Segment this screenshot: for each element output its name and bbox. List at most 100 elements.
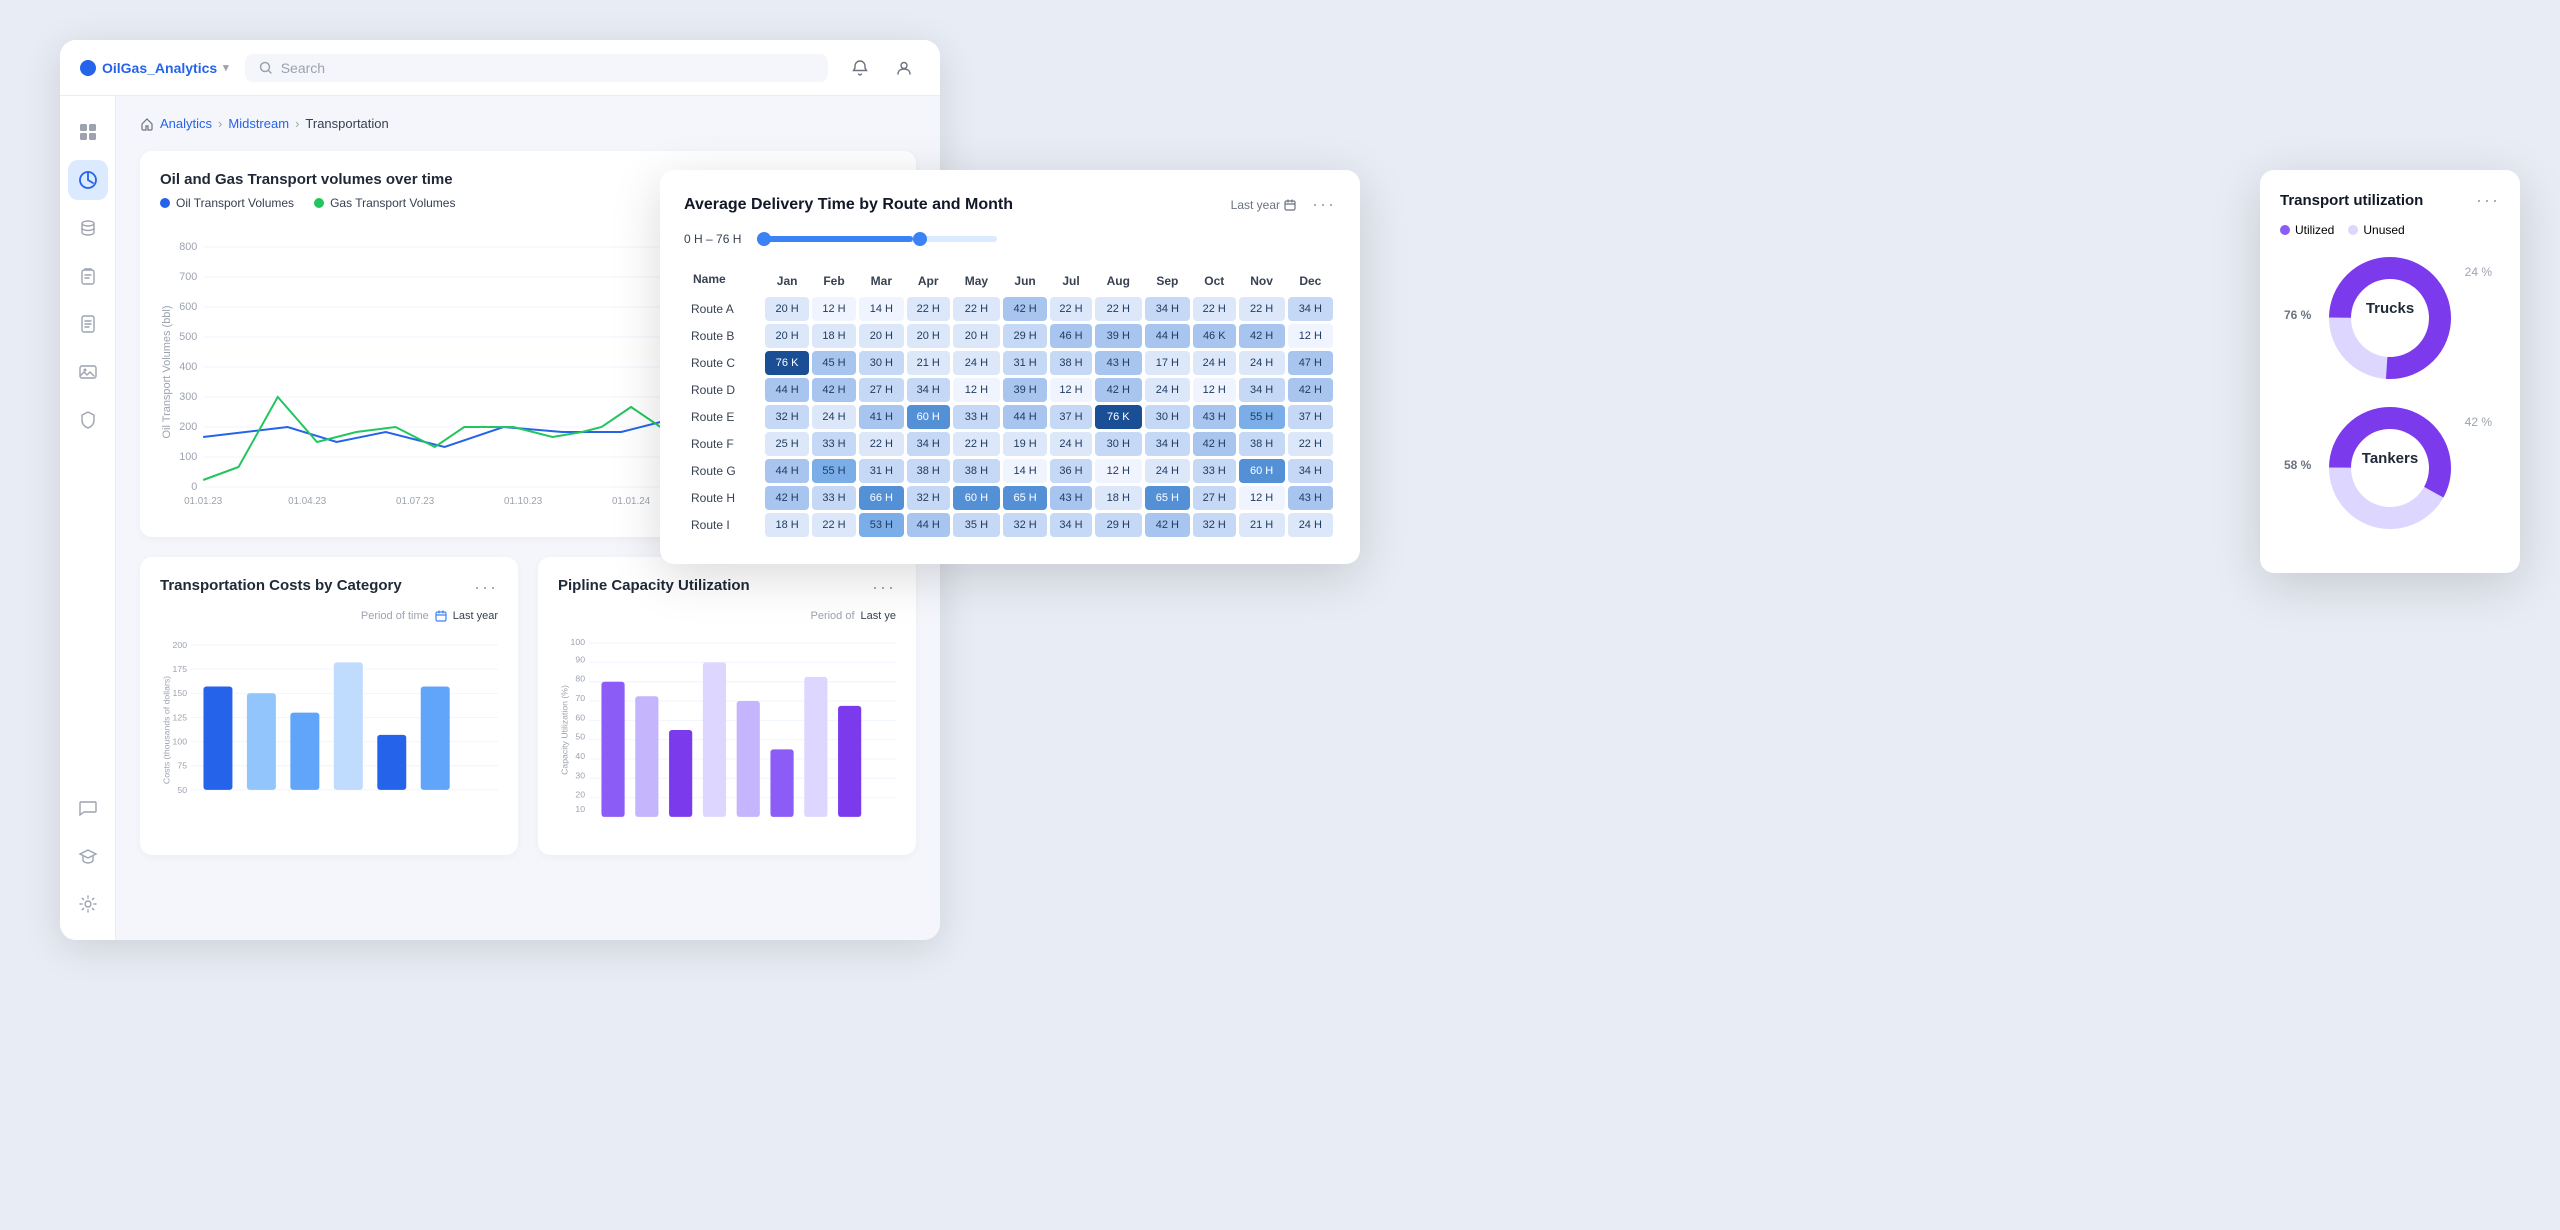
heatmap-cell-4-4: 33 H	[953, 405, 1000, 429]
chevron-icon: ▾	[223, 61, 229, 74]
heatmap-row-routea: Route A20 H12 H14 H22 H22 H42 H22 H22 H3…	[687, 297, 1333, 321]
costs-header: Transportation Costs by Category ···	[160, 577, 498, 598]
heatmap-cell-4-10: 55 H	[1239, 405, 1285, 429]
heatmap-cell-2-3: 21 H	[907, 351, 950, 375]
home-icon	[140, 117, 154, 131]
costs-menu[interactable]: ···	[474, 577, 498, 598]
sidebar-item-documents[interactable]	[68, 304, 108, 344]
sidebar-item-messages[interactable]	[68, 788, 108, 828]
heatmap-cell-0-0: 20 H	[765, 297, 808, 321]
app-logo[interactable]: OilGas_Analytics ▾	[80, 60, 229, 76]
heatmap-cell-8-5: 32 H	[1003, 513, 1047, 537]
heatmap-cell-0-11: 34 H	[1288, 297, 1333, 321]
heatmap-cell-2-0: 76 K	[765, 351, 808, 375]
util-menu[interactable]: ···	[2476, 190, 2500, 211]
clipboard-icon	[78, 266, 98, 286]
sidebar-item-media[interactable]	[68, 352, 108, 392]
route-label-0: Route A	[687, 297, 762, 321]
heatmap-cell-5-3: 34 H	[907, 432, 950, 456]
svg-text:300: 300	[179, 391, 197, 403]
svg-text:150: 150	[173, 688, 188, 698]
breadcrumb: Analytics › Midstream › Transportation	[140, 116, 916, 131]
heatmap-cell-1-1: 18 H	[812, 324, 856, 348]
heatmap-cell-8-1: 22 H	[812, 513, 856, 537]
legend-gas: Gas Transport Volumes	[314, 196, 455, 210]
topbar: OilGas_Analytics ▾ Search	[60, 40, 940, 96]
heatmap-cell-1-9: 46 K	[1193, 324, 1236, 348]
heatmap-cell-4-9: 43 H	[1193, 405, 1236, 429]
trucks-utilized-pct: 76 %	[2284, 308, 2311, 322]
oil-legend-dot	[160, 198, 170, 208]
route-label-4: Route E	[687, 405, 762, 429]
breadcrumb-analytics[interactable]: Analytics	[160, 116, 212, 131]
pipe-bar-2	[635, 696, 658, 817]
delivery-menu[interactable]: ···	[1312, 194, 1336, 215]
gas-legend-label: Gas Transport Volumes	[330, 196, 455, 210]
heatmap-row-routec: Route C76 K45 H30 H21 H24 H31 H38 H43 H1…	[687, 351, 1333, 375]
heatmap-row-routef: Route F25 H33 H22 H34 H22 H19 H24 H30 H3…	[687, 432, 1333, 456]
search-placeholder: Search	[281, 60, 325, 76]
pipe-bar-4	[703, 662, 726, 817]
heatmap-cell-5-5: 19 H	[1003, 432, 1047, 456]
sidebar	[60, 96, 116, 940]
heatmap-cell-6-5: 14 H	[1003, 459, 1047, 483]
heatmap-cell-6-3: 38 H	[907, 459, 950, 483]
heatmap-cell-7-8: 65 H	[1145, 486, 1190, 510]
heatmap-cell-5-11: 22 H	[1288, 432, 1333, 456]
heatmap-cell-5-2: 22 H	[859, 432, 903, 456]
col-feb: Feb	[812, 268, 856, 294]
col-jan: Jan	[765, 268, 808, 294]
heatmap-cell-7-4: 60 H	[953, 486, 1000, 510]
pipeline-menu[interactable]: ···	[872, 577, 896, 598]
user-button[interactable]	[888, 52, 920, 84]
svg-text:75: 75	[177, 761, 187, 771]
pipe-bar-1	[601, 682, 624, 817]
route-label-5: Route F	[687, 432, 762, 456]
range-thumb-right[interactable]	[913, 232, 927, 246]
heatmap-cell-5-6: 24 H	[1050, 432, 1092, 456]
sidebar-item-analytics[interactable]	[68, 160, 108, 200]
heatmap-cell-5-7: 30 H	[1095, 432, 1142, 456]
heatmap-cell-6-6: 36 H	[1050, 459, 1092, 483]
route-label-7: Route H	[687, 486, 762, 510]
pipe-bar-7	[804, 677, 827, 817]
bottom-charts: Transportation Costs by Category ··· Per…	[140, 557, 916, 875]
heatmap-cell-1-7: 39 H	[1095, 324, 1142, 348]
heatmap-cell-1-11: 12 H	[1288, 324, 1333, 348]
svg-text:Oil Transport Volumes (bbl): Oil Transport Volumes (bbl)	[161, 305, 173, 438]
sidebar-item-settings[interactable]	[68, 884, 108, 924]
heatmap-cell-4-8: 30 H	[1145, 405, 1190, 429]
heatmap-row-routee: Route E32 H24 H41 H60 H33 H44 H37 H76 K3…	[687, 405, 1333, 429]
logo-icon	[80, 60, 96, 76]
sidebar-item-database[interactable]	[68, 208, 108, 248]
breadcrumb-midstream[interactable]: Midstream	[228, 116, 289, 131]
transport-title: Oil and Gas Transport volumes over time	[160, 171, 455, 188]
breadcrumb-sep-1: ›	[218, 116, 222, 131]
range-thumb-left[interactable]	[757, 232, 771, 246]
sidebar-item-dashboard[interactable]	[68, 112, 108, 152]
svg-text:40: 40	[575, 751, 585, 761]
costs-title: Transportation Costs by Category	[160, 577, 402, 594]
col-apr: Apr	[907, 268, 950, 294]
svg-text:600: 600	[179, 301, 197, 313]
heatmap-row-routei: Route I18 H22 H53 H44 H35 H32 H34 H29 H4…	[687, 513, 1333, 537]
last-year-filter[interactable]: Last year	[1231, 198, 1296, 212]
delivery-actions: Last year ···	[1231, 194, 1336, 215]
svg-text:80: 80	[575, 674, 585, 684]
costs-period-label: Period of time	[361, 610, 429, 622]
route-label-6: Route G	[687, 459, 762, 483]
sidebar-item-security[interactable]	[68, 400, 108, 440]
notification-button[interactable]	[844, 52, 876, 84]
heatmap-cell-6-2: 31 H	[859, 459, 903, 483]
bell-icon	[851, 59, 869, 77]
svg-text:50: 50	[575, 732, 585, 742]
range-slider[interactable]	[757, 229, 997, 249]
heatmap-cell-4-5: 44 H	[1003, 405, 1047, 429]
sidebar-item-training[interactable]	[68, 836, 108, 876]
tankers-utilized-pct: 58 %	[2284, 458, 2311, 472]
heatmap-cell-0-8: 34 H	[1145, 297, 1190, 321]
search-bar[interactable]: Search	[245, 54, 828, 82]
heatmap-cell-8-4: 35 H	[953, 513, 1000, 537]
sidebar-item-reports[interactable]	[68, 256, 108, 296]
pipeline-header: Pipline Capacity Utilization ···	[558, 577, 896, 598]
